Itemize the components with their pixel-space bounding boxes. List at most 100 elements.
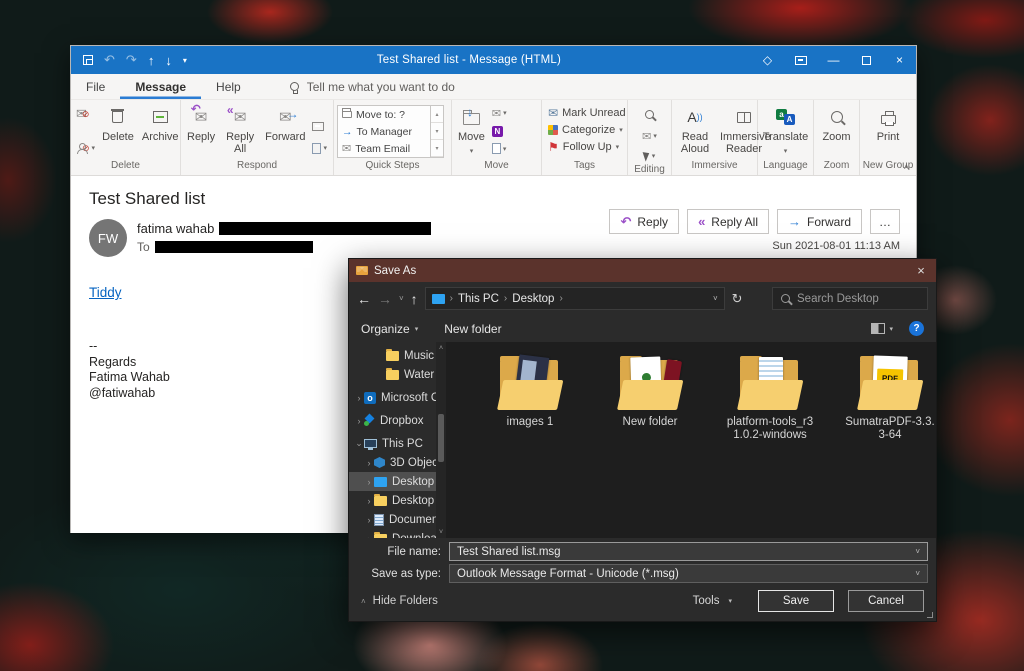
change-view-button[interactable]: ▾ (871, 323, 893, 334)
reply-all-action-button[interactable]: «Reply All (687, 209, 769, 234)
archive-button[interactable]: Archive (139, 105, 182, 144)
mark-unread-button[interactable]: ✉Mark Unread (548, 105, 626, 121)
breadcrumb-desktop[interactable]: Desktop (512, 293, 554, 305)
refresh-icon[interactable]: ↻ (732, 291, 743, 307)
address-bar[interactable]: › This PC › Desktop › ˅ (425, 287, 725, 310)
quick-step-to-manager[interactable]: →To Manager (338, 123, 430, 140)
tree-item-documents[interactable]: ›Documents (349, 510, 446, 529)
junk-button[interactable]: ⊘▾ (76, 140, 95, 156)
reply-button[interactable]: ✉↶ Reply (184, 105, 218, 144)
breadcrumb-this-pc[interactable]: This PC (458, 293, 499, 305)
coming-soon-gem-icon[interactable]: ◇ (751, 46, 784, 74)
find-button[interactable] (645, 106, 654, 124)
tree-item-microsoft-outlook[interactable]: ›Microsoft Outlook (349, 388, 446, 407)
file-item-sumatrapdf[interactable]: PDF SumatraPDF-3.3. 3-64 (844, 354, 936, 442)
hide-folders-button[interactable]: ˄Hide Folders (361, 595, 438, 607)
chevron-down-icon[interactable]: ˅ (915, 569, 920, 578)
select-button[interactable]: ▾ (644, 148, 656, 164)
help-button[interactable]: ? (909, 321, 924, 336)
ignore-button[interactable]: ✉⊘ (76, 106, 95, 122)
up-icon[interactable]: ↑ (411, 291, 418, 307)
tab-message[interactable]: Message (120, 74, 201, 99)
search-box[interactable]: Search Desktop (772, 287, 928, 310)
minimize-button[interactable]: — (817, 46, 850, 74)
reply-all-button[interactable]: ✉« Reply All (220, 105, 260, 156)
dropbox-icon (364, 415, 375, 426)
more-respond-actions-button[interactable]: ▾ (312, 140, 327, 156)
tree-item-desktop-folder[interactable]: ›Desktop (349, 491, 446, 510)
delete-button[interactable]: Delete (99, 105, 137, 144)
scroll-up-icon[interactable]: ˄ (439, 342, 443, 354)
quick-steps-scroll[interactable]: ▴▾▾ (430, 106, 443, 157)
save-as-dialog: Save As × ← → ˅ ↑ › This PC › Desktop › … (348, 258, 937, 622)
reply-action-button[interactable]: ↶Reply (609, 209, 679, 234)
tell-me-search[interactable]: Tell me what you want to do (290, 80, 455, 94)
forward-icon[interactable]: → (378, 291, 392, 307)
tree-item-water[interactable]: Water (349, 365, 446, 384)
save-as-type-select[interactable]: Outlook Message Format - Unicode (*.msg)… (449, 564, 928, 583)
collapse-ribbon-button[interactable]: ˄ (904, 162, 909, 172)
resize-grip[interactable] (927, 612, 933, 618)
move-up-icon[interactable]: ↑ (148, 53, 155, 68)
maximize-button[interactable] (850, 46, 883, 74)
rules-button[interactable]: ✉▾ (492, 106, 507, 121)
translate-button[interactable]: aA Translate ▾ (760, 105, 811, 159)
file-name-input[interactable]: Test Shared list.msg ˅ (449, 542, 928, 561)
related-button[interactable]: ✉▾ (642, 128, 657, 144)
ribbon-group-tags: ✉Mark Unread Categorize▾ ⚑Follow Up▾ Tag… (542, 100, 628, 175)
tree-item-dropbox[interactable]: ›Dropbox (349, 411, 446, 430)
message-date: Sun 2021-08-01 11:13 AM (772, 240, 900, 252)
undo-icon[interactable]: ↶ (104, 52, 115, 68)
forward-action-button[interactable]: →Forward (777, 209, 862, 234)
new-folder-button[interactable]: New folder (444, 322, 501, 336)
back-icon[interactable]: ← (357, 291, 371, 307)
scroll-thumb[interactable] (438, 414, 444, 462)
ribbon-display-options-icon[interactable] (784, 46, 817, 74)
forward-button[interactable]: ✉→ Forward (262, 105, 308, 144)
close-button[interactable]: × (883, 46, 916, 74)
recent-locations-icon[interactable]: ˅ (399, 294, 404, 303)
file-item-platform-tools[interactable]: platform-tools_r3 1.0.2-windows (724, 354, 816, 442)
tree-item-this-pc[interactable]: ⌄This PC (349, 434, 446, 453)
ribbon-group-move: ↓ Move ▾ ✉▾ N ▾ Move (452, 100, 542, 175)
tiddy-link[interactable]: Tiddy (89, 285, 122, 300)
file-item-images-1[interactable]: images 1 (484, 354, 576, 429)
desktop-location-icon (432, 294, 445, 304)
folder-tree: Music Water ›Microsoft Outlook ›Dropbox … (349, 342, 446, 538)
ribbon-group-editing: ✉▾ ▾ Editing (628, 100, 672, 175)
file-item-new-folder[interactable]: New folder (604, 354, 696, 429)
address-dropdown-icon[interactable]: ˅ (713, 294, 718, 303)
chevron-down-icon[interactable]: ˅ (915, 547, 920, 556)
quick-step-move-to[interactable]: Move to: ? (338, 106, 430, 123)
quick-access-toolbar: ↶ ↷ ↑ ↓ ▾ (71, 52, 187, 68)
meeting-button[interactable] (312, 118, 327, 134)
move-down-icon[interactable]: ↓ (165, 53, 172, 68)
cancel-button[interactable]: Cancel (848, 590, 924, 612)
read-aloud-button[interactable]: A)) Read Aloud (675, 105, 715, 156)
categorize-button[interactable]: Categorize▾ (548, 122, 623, 138)
organize-button[interactable]: Organize▾ (361, 322, 418, 336)
quick-step-team-email[interactable]: ✉Team Email (338, 140, 430, 157)
tree-item-3d-objects[interactable]: ›3D Objects (349, 453, 446, 472)
follow-up-button[interactable]: ⚑Follow Up▾ (548, 139, 619, 155)
dialog-close-button[interactable]: × (906, 259, 936, 282)
sender-name[interactable]: fatima wahab (137, 221, 214, 236)
onenote-button[interactable]: N (492, 124, 507, 139)
sender-avatar[interactable]: FW (89, 219, 127, 257)
tab-file[interactable]: File (71, 74, 120, 99)
actions-button[interactable]: ▾ (492, 141, 507, 156)
tree-item-music[interactable]: Music (349, 346, 446, 365)
print-button[interactable]: Print (874, 105, 903, 144)
save-icon[interactable] (83, 55, 93, 65)
redo-icon[interactable]: ↷ (126, 52, 137, 68)
move-button[interactable]: ↓ Move ▾ (455, 105, 488, 159)
tree-scrollbar[interactable]: ˄ ˅ (436, 342, 446, 538)
tools-button[interactable]: Tools▾ (693, 595, 732, 607)
tab-help[interactable]: Help (201, 74, 256, 99)
zoom-button[interactable]: Zoom (819, 105, 853, 144)
more-actions-button[interactable]: … (870, 209, 900, 234)
save-button[interactable]: Save (758, 590, 834, 612)
tree-item-downloads-partial[interactable]: ›Downloads (349, 529, 446, 538)
scroll-down-icon[interactable]: ˅ (439, 526, 443, 538)
tree-item-desktop-selected[interactable]: ›Desktop (349, 472, 446, 491)
